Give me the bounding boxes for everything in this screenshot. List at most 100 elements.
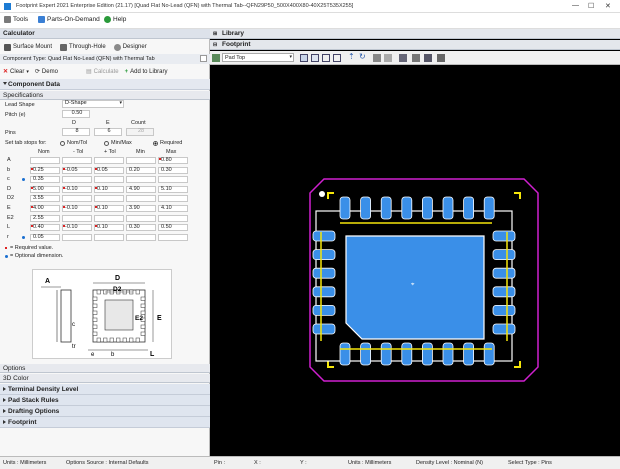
cell-min[interactable]: 0.20 (126, 166, 156, 174)
accordion-drafting[interactable]: Drafting Options (0, 406, 210, 417)
footprint-header[interactable]: ⊟ Footprint (210, 40, 620, 50)
cell-mtol[interactable]: -0.05 (62, 166, 92, 174)
cell-min[interactable]: 0.30 (126, 224, 156, 232)
cell-max[interactable] (158, 195, 188, 203)
cell-ptol[interactable]: 0.05 (94, 166, 124, 174)
cell-nom[interactable]: 4.00 (30, 205, 60, 212)
cell-nom[interactable]: 0.05 (30, 233, 60, 241)
cell-min[interactable] (126, 233, 156, 241)
minimize-icon[interactable]: — (572, 2, 579, 9)
select-icon[interactable] (300, 54, 308, 62)
status-density: Density Level : Nominal (N) (416, 460, 483, 466)
cell-min[interactable] (126, 157, 156, 164)
layers-icon[interactable] (212, 54, 220, 62)
add-to-library-button[interactable]: + Add to Library (125, 69, 168, 75)
cell-ptol[interactable] (94, 195, 124, 203)
pins-d-input[interactable]: 8 (62, 128, 90, 136)
view-select[interactable]: Pad Top ▾ (222, 53, 294, 62)
through-hole-button[interactable]: Through-Hole (60, 43, 106, 51)
accordion-pad-stack[interactable]: Pad Stack Rules (0, 395, 210, 406)
table-row: D2 3.55 (0, 195, 210, 203)
camera-icon[interactable] (373, 54, 381, 62)
cell-max[interactable] (158, 176, 188, 184)
cell-max[interactable]: 0.80 (158, 157, 188, 164)
cell-ptol[interactable] (94, 157, 124, 164)
designer-button[interactable]: Designer (113, 43, 147, 51)
move-icon[interactable] (333, 54, 341, 62)
pitch-input[interactable]: 0.50 (62, 110, 90, 118)
settings-icon[interactable] (437, 54, 445, 62)
cell-min[interactable] (126, 176, 156, 184)
cell-ptol[interactable]: 0.10 (94, 185, 124, 193)
radio-nom-tol[interactable]: Nom/Tol (60, 140, 87, 146)
cell-max[interactable]: 0.30 (158, 166, 188, 174)
pins-e-input[interactable]: 6 (94, 128, 122, 136)
specifications-header[interactable]: Specifications (0, 91, 210, 100)
menu-parts-on-demand[interactable]: Parts-On-Demand (38, 16, 100, 23)
cell-ptol[interactable]: 0.10 (94, 224, 124, 232)
share-icon[interactable] (412, 54, 420, 62)
area-select-icon[interactable] (311, 54, 319, 62)
cell-mtol[interactable] (62, 176, 92, 184)
cell-max[interactable]: 0.50 (158, 224, 188, 232)
cell-max[interactable]: 4.10 (158, 205, 188, 212)
component-data-header[interactable]: Component Data (0, 79, 210, 90)
cell-nom[interactable]: 2.55 (30, 214, 60, 222)
mirror-icon[interactable] (384, 54, 392, 62)
zoom-icon[interactable] (322, 54, 330, 62)
cell-nom[interactable]: 5.00 (30, 185, 60, 193)
accordion-footprint[interactable]: Footprint (0, 417, 210, 428)
cell-mtol[interactable] (62, 195, 92, 203)
cell-min[interactable] (126, 195, 156, 203)
diagram-pin (109, 337, 114, 343)
cell-min[interactable] (126, 214, 156, 222)
calculate-button[interactable]: ▤ Calculate (86, 68, 119, 76)
cell-max[interactable] (158, 214, 188, 222)
radio-required[interactable]: Required (153, 140, 182, 146)
radio-min-max[interactable]: Min/Max (104, 140, 132, 146)
cell-mtol[interactable] (62, 233, 92, 241)
cell-mtol[interactable]: -0.10 (62, 224, 92, 232)
cell-max[interactable] (158, 233, 188, 241)
cell-mtol[interactable]: -0.10 (62, 185, 92, 193)
cell-nom[interactable] (30, 157, 60, 164)
rotate-icon[interactable]: ↻ (359, 52, 367, 61)
cell-min[interactable]: 4.90 (126, 185, 156, 193)
clear-button[interactable]: ✕ Clear ▾ (3, 68, 29, 76)
cell-ptol[interactable]: 0.10 (94, 205, 124, 212)
arrow-up-icon[interactable]: ⇡ (348, 52, 356, 61)
pad-top (463, 196, 475, 220)
color-3d-header[interactable]: 3D Color (0, 374, 210, 383)
cell-ptol[interactable] (94, 214, 124, 222)
cell-nom[interactable]: 0.40 (30, 224, 60, 232)
cell-mtol[interactable] (62, 157, 92, 164)
cell-max[interactable]: 5.10 (158, 185, 188, 193)
component-type-bar[interactable]: Component Type: Quad Flat No-Lead (QFN) … (0, 54, 210, 64)
lead-shape-select[interactable]: D-Shape ▾ (62, 100, 124, 108)
export-icon[interactable] (399, 54, 407, 62)
menu-help[interactable]: Help (104, 16, 126, 23)
required-marker (63, 206, 65, 208)
cell-mtol[interactable]: -0.10 (62, 205, 92, 212)
footprint-canvas[interactable]: ⌖ (210, 66, 620, 456)
menu-tools[interactable]: Tools (4, 16, 28, 23)
demo-button[interactable]: ⟳ Demo (35, 68, 58, 76)
pad-top (421, 196, 433, 220)
cell-nom[interactable]: 0.25 (30, 166, 60, 174)
accordion-terminal-density[interactable]: Terminal Density Level (0, 384, 210, 395)
color-3d-label: 3D Color (3, 375, 29, 382)
cell-min[interactable]: 3.90 (126, 205, 156, 212)
cell-ptol[interactable] (94, 176, 124, 184)
library-header[interactable]: ⊞ Library (210, 29, 620, 39)
surface-mount-button[interactable]: Surface Mount (4, 43, 52, 51)
drafting-label: Drafting Options (8, 408, 60, 415)
cell-nom[interactable]: 3.55 (30, 195, 60, 203)
cell-nom[interactable]: 0.35 (30, 176, 60, 184)
maximize-icon[interactable]: ☐ (588, 2, 594, 10)
options-header[interactable]: Options (0, 364, 210, 373)
cell-mtol[interactable] (62, 214, 92, 222)
cell-ptol[interactable] (94, 233, 124, 241)
close-icon[interactable]: ✕ (605, 2, 611, 10)
print-icon[interactable] (424, 54, 432, 62)
component-type-dropdown-icon[interactable] (200, 55, 207, 62)
